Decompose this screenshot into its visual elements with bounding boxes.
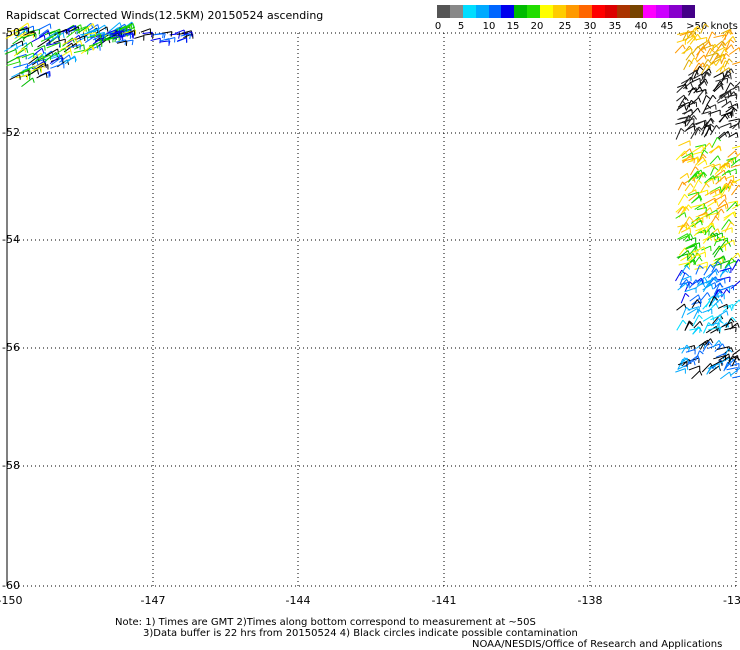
wind-barb [680, 292, 690, 304]
longitude-label: -150 [0, 594, 23, 607]
wind-barb [704, 197, 717, 205]
latitude-label: -50 [2, 26, 20, 39]
wind-barb [679, 172, 690, 179]
wind-barb [675, 121, 687, 127]
wind-barb [687, 355, 700, 364]
wind-barb [732, 375, 740, 379]
wind-barb [684, 183, 694, 192]
wind-barb [680, 227, 692, 234]
wind-barb [677, 193, 689, 206]
wind-barb [21, 77, 35, 87]
wind-barb [707, 31, 717, 41]
wind-barb [691, 179, 703, 192]
wind-barb [155, 33, 166, 39]
longitude-label: -144 [285, 594, 311, 607]
wind-barb [713, 72, 725, 78]
wind-barb [33, 47, 45, 56]
wind-barb [717, 131, 728, 139]
wind-barb [685, 348, 696, 355]
wind-barb [689, 294, 701, 302]
wind-barb [675, 368, 686, 374]
wind-barb [727, 150, 738, 158]
wind-barb [727, 168, 737, 174]
wind-barb [688, 365, 701, 371]
graticule [6, 32, 737, 587]
wind-barb [678, 140, 691, 147]
plot-area [3, 21, 740, 587]
longitude-label: -147 [140, 594, 166, 607]
wind-barb [691, 370, 703, 380]
wind-barb [683, 59, 693, 71]
wind-barb [720, 371, 732, 380]
wind-barb [676, 319, 687, 331]
wind-barb [695, 264, 704, 275]
wind-barb [702, 315, 715, 322]
wind-barb [675, 212, 687, 219]
wind-barb [719, 122, 732, 129]
wind-barb [678, 261, 691, 268]
latitude-label: -52 [2, 126, 20, 139]
wind-barb [694, 126, 703, 136]
wind-barb [7, 56, 21, 64]
wind-barb [711, 261, 722, 273]
wind-barb [675, 127, 685, 140]
wind-barb [696, 36, 708, 43]
wind-barb [712, 245, 723, 255]
wind-barb [709, 155, 721, 165]
wind-barb [729, 322, 740, 330]
wind-barb [721, 288, 731, 298]
wind-barb [725, 36, 736, 45]
note-line-1: Note: 1) Times are GMT 2)Times along bot… [115, 617, 536, 628]
wind-barb [730, 252, 740, 261]
wind-map: Rapidscat Corrected Winds(12.5KM) 201505… [0, 0, 740, 650]
wind-barb [719, 114, 729, 123]
wind-barb [709, 360, 723, 368]
longitude-label: -13 [723, 594, 740, 607]
wind-barb [701, 245, 712, 252]
note-line-3: NOAA/NESDIS/Office of Research and Appli… [472, 639, 723, 650]
wind-barb [731, 299, 740, 308]
wind-barb [688, 57, 698, 68]
wind-barb [696, 54, 707, 63]
wind-barb [728, 47, 740, 55]
longitude-label: -138 [577, 594, 603, 607]
wind-barb [685, 237, 697, 243]
wind-barb [134, 35, 145, 41]
wind-barb [676, 303, 687, 311]
wind-barb [724, 326, 737, 333]
wind-barb [675, 205, 686, 213]
wind-barb [708, 145, 722, 154]
latitude-label: -56 [2, 341, 20, 354]
wind-barbs [3, 21, 740, 380]
latitude-label: -58 [2, 459, 20, 472]
wind-barb [702, 308, 713, 315]
wind-barb [707, 268, 720, 279]
wind-barb [707, 303, 719, 313]
latitude-label: -60 [2, 579, 20, 592]
wind-barb [681, 306, 691, 319]
wind-barb [702, 94, 711, 105]
longitude-label: -141 [431, 594, 457, 607]
wind-barb [676, 39, 686, 45]
wind-barb [700, 23, 709, 34]
wind-barb [3, 43, 18, 52]
wind-barb [696, 206, 707, 213]
wind-barb [724, 58, 733, 68]
wind-barb [150, 37, 161, 44]
latitude-label: -54 [2, 233, 20, 246]
wind-barb [694, 265, 708, 272]
wind-barb [692, 25, 702, 36]
wind-barb [37, 23, 52, 31]
note-line-2: 3)Data buffer is 22 hrs from 20150524 4)… [143, 628, 578, 639]
wind-barb [710, 124, 720, 136]
